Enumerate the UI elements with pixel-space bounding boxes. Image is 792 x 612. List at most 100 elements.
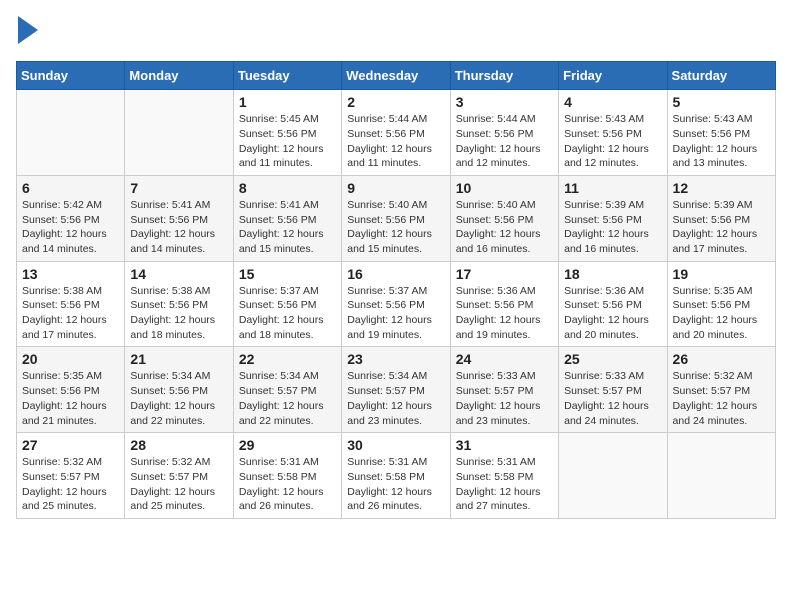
- day-number: 30: [347, 437, 444, 453]
- day-info: Sunrise: 5:34 AM Sunset: 5:56 PM Dayligh…: [130, 369, 227, 428]
- day-info: Sunrise: 5:31 AM Sunset: 5:58 PM Dayligh…: [239, 455, 336, 514]
- day-number: 22: [239, 351, 336, 367]
- calendar-cell: 10 Sunrise: 5:40 AM Sunset: 5:56 PM Dayli…: [450, 175, 558, 261]
- day-info: Sunrise: 5:32 AM Sunset: 5:57 PM Dayligh…: [673, 369, 770, 428]
- calendar-week-5: 27 Sunrise: 5:32 AM Sunset: 5:57 PM Dayli…: [17, 433, 776, 519]
- day-number: 21: [130, 351, 227, 367]
- day-info: Sunrise: 5:41 AM Sunset: 5:56 PM Dayligh…: [239, 198, 336, 257]
- calendar-cell: 17 Sunrise: 5:36 AM Sunset: 5:56 PM Dayli…: [450, 261, 558, 347]
- day-info: Sunrise: 5:41 AM Sunset: 5:56 PM Dayligh…: [130, 198, 227, 257]
- day-number: 23: [347, 351, 444, 367]
- calendar-cell: 6 Sunrise: 5:42 AM Sunset: 5:56 PM Daylig…: [17, 175, 125, 261]
- calendar-cell: 7 Sunrise: 5:41 AM Sunset: 5:56 PM Daylig…: [125, 175, 233, 261]
- calendar-cell: 3Sunrise: 5:44 AM Sunset: 5:56 PM Daylig…: [450, 90, 558, 176]
- day-number: 20: [22, 351, 119, 367]
- calendar-cell: 30 Sunrise: 5:31 AM Sunset: 5:58 PM Dayli…: [342, 433, 450, 519]
- day-number: 12: [673, 180, 770, 196]
- day-info: Sunrise: 5:38 AM Sunset: 5:56 PM Dayligh…: [22, 284, 119, 343]
- calendar-cell: 5 Sunrise: 5:43 AM Sunset: 5:56 PM Daylig…: [667, 90, 775, 176]
- calendar-cell: 8 Sunrise: 5:41 AM Sunset: 5:56 PM Daylig…: [233, 175, 341, 261]
- calendar-cell: 22 Sunrise: 5:34 AM Sunset: 5:57 PM Dayli…: [233, 347, 341, 433]
- day-number: 3: [456, 94, 553, 110]
- day-number: 13: [22, 266, 119, 282]
- day-info: Sunrise: 5:40 AM Sunset: 5:56 PM Dayligh…: [347, 198, 444, 257]
- calendar-header-row: SundayMondayTuesdayWednesdayThursdayFrid…: [17, 62, 776, 90]
- day-info: Sunrise: 5:31 AM Sunset: 5:58 PM Dayligh…: [347, 455, 444, 514]
- calendar-cell: 1Sunrise: 5:45 AM Sunset: 5:56 PM Daylig…: [233, 90, 341, 176]
- day-number: 31: [456, 437, 553, 453]
- day-number: 2: [347, 94, 444, 110]
- calendar-cell: 23 Sunrise: 5:34 AM Sunset: 5:57 PM Dayli…: [342, 347, 450, 433]
- logo: [16, 16, 38, 49]
- day-info: Sunrise: 5:37 AM Sunset: 5:56 PM Dayligh…: [239, 284, 336, 343]
- calendar-cell: 26 Sunrise: 5:32 AM Sunset: 5:57 PM Dayli…: [667, 347, 775, 433]
- day-number: 14: [130, 266, 227, 282]
- calendar-week-4: 20 Sunrise: 5:35 AM Sunset: 5:56 PM Dayli…: [17, 347, 776, 433]
- day-number: 11: [564, 180, 661, 196]
- calendar-cell: 12 Sunrise: 5:39 AM Sunset: 5:56 PM Dayli…: [667, 175, 775, 261]
- day-number: 4: [564, 94, 661, 110]
- weekday-header-wednesday: Wednesday: [342, 62, 450, 90]
- day-info: Sunrise: 5:33 AM Sunset: 5:57 PM Dayligh…: [564, 369, 661, 428]
- calendar-cell: 4 Sunrise: 5:43 AM Sunset: 5:56 PM Daylig…: [559, 90, 667, 176]
- calendar-cell: 14 Sunrise: 5:38 AM Sunset: 5:56 PM Dayli…: [125, 261, 233, 347]
- calendar-cell: 24 Sunrise: 5:33 AM Sunset: 5:57 PM Dayli…: [450, 347, 558, 433]
- day-info: Sunrise: 5:42 AM Sunset: 5:56 PM Dayligh…: [22, 198, 119, 257]
- calendar-cell: 18Sunrise: 5:36 AM Sunset: 5:56 PM Dayli…: [559, 261, 667, 347]
- day-number: 7: [130, 180, 227, 196]
- day-info: Sunrise: 5:39 AM Sunset: 5:56 PM Dayligh…: [564, 198, 661, 257]
- weekday-header-saturday: Saturday: [667, 62, 775, 90]
- calendar-cell: 21 Sunrise: 5:34 AM Sunset: 5:56 PM Dayli…: [125, 347, 233, 433]
- day-number: 15: [239, 266, 336, 282]
- day-number: 24: [456, 351, 553, 367]
- weekday-header-thursday: Thursday: [450, 62, 558, 90]
- weekday-header-friday: Friday: [559, 62, 667, 90]
- day-info: Sunrise: 5:34 AM Sunset: 5:57 PM Dayligh…: [347, 369, 444, 428]
- calendar-cell: 15 Sunrise: 5:37 AM Sunset: 5:56 PM Dayli…: [233, 261, 341, 347]
- day-info: Sunrise: 5:32 AM Sunset: 5:57 PM Dayligh…: [22, 455, 119, 514]
- calendar-cell: 20 Sunrise: 5:35 AM Sunset: 5:56 PM Dayli…: [17, 347, 125, 433]
- calendar-cell: 28 Sunrise: 5:32 AM Sunset: 5:57 PM Dayli…: [125, 433, 233, 519]
- calendar-cell: 19Sunrise: 5:35 AM Sunset: 5:56 PM Dayli…: [667, 261, 775, 347]
- calendar-cell: 11 Sunrise: 5:39 AM Sunset: 5:56 PM Dayli…: [559, 175, 667, 261]
- calendar-cell: 27 Sunrise: 5:32 AM Sunset: 5:57 PM Dayli…: [17, 433, 125, 519]
- day-number: 27: [22, 437, 119, 453]
- day-number: 17: [456, 266, 553, 282]
- day-info: Sunrise: 5:35 AM Sunset: 5:56 PM Dayligh…: [673, 284, 770, 343]
- day-number: 26: [673, 351, 770, 367]
- day-info: Sunrise: 5:34 AM Sunset: 5:57 PM Dayligh…: [239, 369, 336, 428]
- day-number: 9: [347, 180, 444, 196]
- page-header: [16, 16, 776, 49]
- calendar-cell: 31Sunrise: 5:31 AM Sunset: 5:58 PM Dayli…: [450, 433, 558, 519]
- day-number: 16: [347, 266, 444, 282]
- day-info: Sunrise: 5:39 AM Sunset: 5:56 PM Dayligh…: [673, 198, 770, 257]
- calendar-week-2: 6 Sunrise: 5:42 AM Sunset: 5:56 PM Daylig…: [17, 175, 776, 261]
- day-info: Sunrise: 5:38 AM Sunset: 5:56 PM Dayligh…: [130, 284, 227, 343]
- day-number: 10: [456, 180, 553, 196]
- day-info: Sunrise: 5:44 AM Sunset: 5:56 PM Dayligh…: [347, 112, 444, 171]
- weekday-header-tuesday: Tuesday: [233, 62, 341, 90]
- day-info: Sunrise: 5:43 AM Sunset: 5:56 PM Dayligh…: [564, 112, 661, 171]
- calendar-week-3: 13 Sunrise: 5:38 AM Sunset: 5:56 PM Dayli…: [17, 261, 776, 347]
- day-number: 8: [239, 180, 336, 196]
- day-info: Sunrise: 5:45 AM Sunset: 5:56 PM Dayligh…: [239, 112, 336, 171]
- day-number: 29: [239, 437, 336, 453]
- day-info: Sunrise: 5:40 AM Sunset: 5:56 PM Dayligh…: [456, 198, 553, 257]
- day-info: Sunrise: 5:36 AM Sunset: 5:56 PM Dayligh…: [456, 284, 553, 343]
- day-number: 28: [130, 437, 227, 453]
- weekday-header-sunday: Sunday: [17, 62, 125, 90]
- day-info: Sunrise: 5:43 AM Sunset: 5:56 PM Dayligh…: [673, 112, 770, 171]
- day-info: Sunrise: 5:35 AM Sunset: 5:56 PM Dayligh…: [22, 369, 119, 428]
- day-info: Sunrise: 5:33 AM Sunset: 5:57 PM Dayligh…: [456, 369, 553, 428]
- day-info: Sunrise: 5:32 AM Sunset: 5:57 PM Dayligh…: [130, 455, 227, 514]
- calendar-cell: 9 Sunrise: 5:40 AM Sunset: 5:56 PM Daylig…: [342, 175, 450, 261]
- logo-icon: [18, 16, 38, 44]
- calendar-table: SundayMondayTuesdayWednesdayThursdayFrid…: [16, 61, 776, 519]
- calendar-cell: 25Sunrise: 5:33 AM Sunset: 5:57 PM Dayli…: [559, 347, 667, 433]
- calendar-cell: [17, 90, 125, 176]
- day-number: 6: [22, 180, 119, 196]
- logo-text: [16, 16, 38, 49]
- day-number: 5: [673, 94, 770, 110]
- day-number: 18: [564, 266, 661, 282]
- calendar-cell: 16Sunrise: 5:37 AM Sunset: 5:56 PM Dayli…: [342, 261, 450, 347]
